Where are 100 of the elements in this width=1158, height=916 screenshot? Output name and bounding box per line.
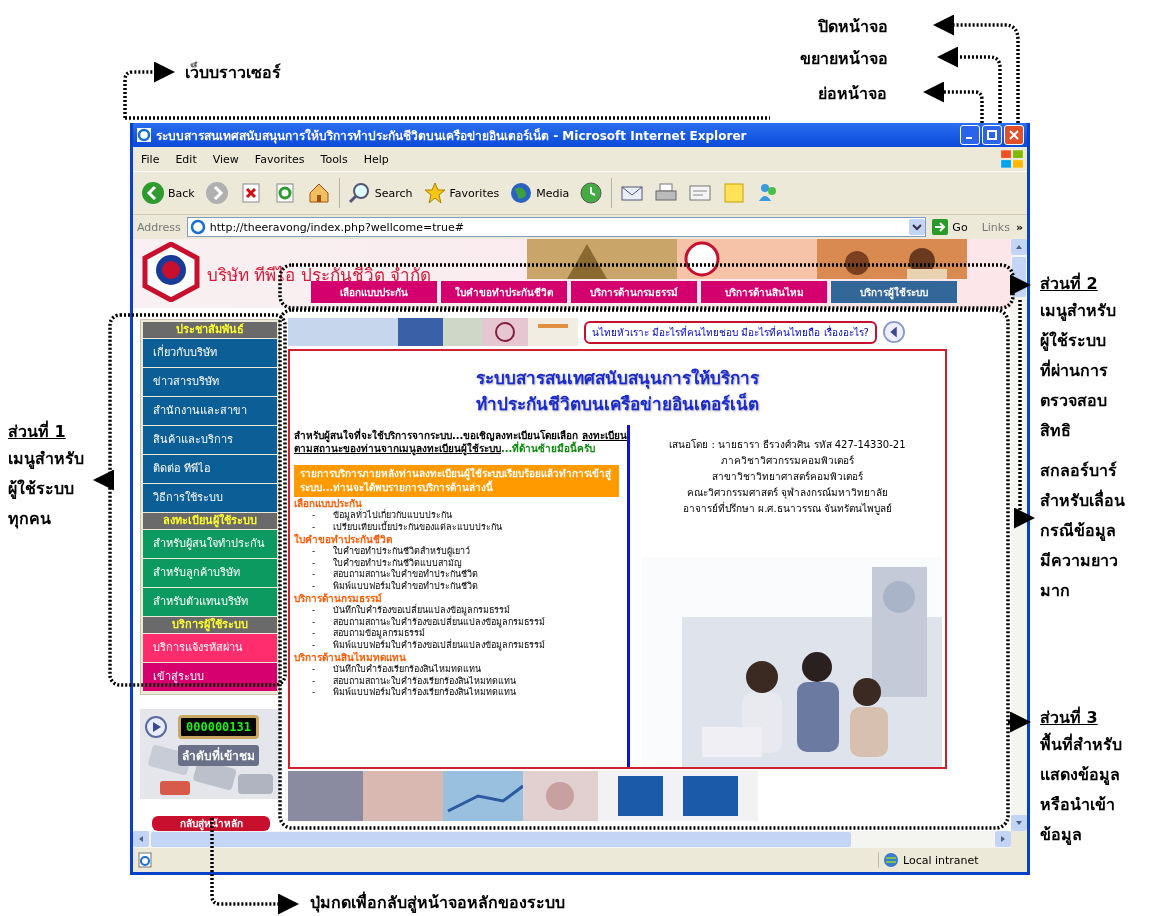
- side-menu-item[interactable]: บริการแจ้งรหัสผ่าน: [143, 634, 277, 662]
- minimize-icon: [965, 137, 972, 139]
- close-button[interactable]: [1004, 125, 1024, 145]
- leader-line: [123, 61, 175, 118]
- counter-label: ลำดับที่เข้าชม: [178, 745, 260, 766]
- annotation-text: ย่อหน้าจอ: [818, 83, 887, 105]
- globe-icon: [509, 181, 534, 205]
- bullet-dash: -: [312, 639, 316, 651]
- side-menu-item[interactable]: สำหรับลูกค้าบริษัท: [143, 559, 277, 587]
- minimize-button[interactable]: [960, 125, 980, 145]
- annotation-text: ปุ่มกดเพื่อกลับสู่หน้าจอหลักของระบบ: [310, 890, 565, 915]
- bullet-dash: -: [312, 521, 316, 533]
- news-ticker: นไทยหัวเราะ มีอะไรที่คนไทยชอบ มีอะไรที่คนไทยถือ เรื่องอะไร?: [584, 320, 877, 344]
- windows-flag-icon: [999, 148, 1025, 170]
- menu-tab[interactable]: บริการผู้ใช้ระบบ: [831, 281, 957, 303]
- side-menu-item[interactable]: เข้าสู่ระบบ: [143, 663, 277, 691]
- bullet-dash: -: [312, 605, 316, 617]
- favorites-button[interactable]: Favorites: [420, 181, 502, 205]
- bullet-dash: -: [312, 675, 316, 687]
- annotation-text: สกลอร์บาร์ สำหรับเลื่อน กรณีข้อมูล มีความยาว มาก: [1040, 460, 1125, 602]
- menu-heading: ลงทะเบียนผู้ใช้ระบบ: [143, 513, 277, 529]
- bullet-dash: -: [312, 546, 316, 558]
- home-icon: [306, 181, 331, 205]
- service-item: บันทึกใบคำร้องเรียกร้องสินไหมทดแทน: [333, 664, 482, 676]
- service-item: สอบถามข้อมูลกรมธรรม์: [333, 628, 426, 639]
- media-button[interactable]: Media: [507, 181, 572, 205]
- right-arrow-icon: [932, 219, 949, 235]
- menu-item[interactable]: Help: [363, 152, 389, 166]
- annotation-text: พื้นที่สำหรับ แสดงข้อมูล หรือนำเข้า ข้อมูล: [1040, 730, 1122, 850]
- menu-tab[interactable]: บริการด้านสินไหม: [701, 281, 827, 303]
- address-label: Address: [137, 220, 181, 234]
- service-item: พิมพ์แบบฟอร์มใบคำร้องเรียกร้องสินไหมทดแทน: [333, 687, 517, 699]
- bullet-dash: -: [312, 580, 316, 592]
- service-heading: บริการด้านกรมธรรม์: [294, 592, 382, 604]
- page-icon: [189, 219, 206, 235]
- menu-tab[interactable]: ใบคำขอทำประกันชีวิต: [441, 281, 567, 303]
- menu-item[interactable]: Edit: [175, 152, 197, 166]
- horizontal-scrollbar[interactable]: [133, 831, 1027, 848]
- system-title: ระบบสารสนเทศสนับสนุนการให้บริการ ทำประกันชีวิตบนเครือข่ายอินเตอร์เน็ต: [475, 367, 760, 416]
- side-menu-item[interactable]: สำนักงานและสาขา: [143, 397, 277, 425]
- side-menu-item[interactable]: เกี่ยวกับบริษัท: [143, 339, 277, 367]
- address-field[interactable]: http://theeravong/index.php?wellcome=true#: [186, 217, 927, 237]
- search-button[interactable]: Search: [345, 181, 415, 205]
- service-item: เปรียบเทียบเบี้ยประกันของแต่ละแบบประกัน: [333, 521, 503, 533]
- service-item: พิมพ์แบบฟอร์มใบคำร้องขอเปลี่ยนแปลงข้อมูลกรมธรรม์: [333, 639, 546, 651]
- side-menu-item[interactable]: สำหรับผู้สนใจทำประกัน: [143, 530, 277, 558]
- menu-item[interactable]: View: [212, 152, 239, 166]
- menu-item[interactable]: Favorites: [254, 152, 305, 166]
- more-chevron[interactable]: »: [1015, 220, 1023, 234]
- page-icon: [137, 852, 153, 868]
- links-label[interactable]: Links: [981, 220, 1010, 234]
- service-heading: บริการด้านสินไหมทดแทน: [294, 651, 407, 664]
- service-item: สอบถามสถานะใบคำร้องขอเปลี่ยนแปลงข้อมูลกรมธรรม์: [333, 616, 546, 628]
- maximize-button[interactable]: [982, 125, 1002, 145]
- visitor-counter: 000000131: [178, 715, 260, 739]
- bullet-dash: -: [312, 664, 316, 676]
- menu-item[interactable]: Tools: [320, 152, 348, 166]
- back-button[interactable]: Back: [139, 181, 197, 205]
- home-button[interactable]: กลับสู่หน้าหลัก: [152, 816, 270, 831]
- section-heading: ส่วนที่ 3: [1040, 706, 1099, 729]
- dropdown-icon[interactable]: [909, 219, 926, 235]
- bullet-dash: -: [312, 616, 316, 628]
- service-item: ใบคำขอทำประกันชีวิตสำหรับผู้เยาว์: [333, 546, 471, 557]
- side-menu-item[interactable]: วิธีการใช้ระบบ: [143, 484, 277, 512]
- annotation-text: เมนูสำหรับ ผู้ใช้ระบบ ที่ผ่านการ ตรวจสอบ สิทธิ: [1040, 300, 1116, 442]
- annotation-text: เมนูสำหรับ ผู้ใช้ระบบ ทุกคน: [8, 448, 84, 531]
- service-item: สอบถามสถานะใบคำร้องเรียกร้องสินไหมทดแทน: [333, 675, 517, 687]
- side-menu-item[interactable]: สำหรับตัวแทนบริษัท: [143, 588, 277, 616]
- window-title: ระบบสารสนเทศสนับสนุนการให้บริการทำประกันชีวิตบนเครือข่ายอินเตอร์เน็ต - Microsoft Internet Explorer: [156, 127, 748, 145]
- service-heading: ใบคำขอทำประกันชีวิต: [294, 533, 393, 546]
- bullet-dash: -: [312, 569, 316, 581]
- side-menu-item[interactable]: ติดต่อ ทีพีไอ: [143, 455, 277, 483]
- service-item: สอบถามสถานะใบคำขอทำประกันชีวิต: [333, 569, 479, 581]
- logo-icon: [141, 242, 201, 302]
- search-icon: [347, 181, 372, 205]
- go-button[interactable]: Go: [932, 219, 976, 235]
- star-icon: [422, 181, 447, 205]
- bullet-dash: -: [312, 557, 316, 569]
- menu-tab[interactable]: เลือกแบบประกัน: [311, 281, 437, 303]
- leader-line: [1008, 711, 1031, 733]
- side-menu-item[interactable]: สินค้าและบริการ: [143, 426, 277, 454]
- side-menu-item[interactable]: ข่าวสารบริษัท: [143, 368, 277, 396]
- annotation-text: ขยายหน้าจอ: [800, 48, 888, 70]
- menu-item[interactable]: File: [141, 152, 160, 166]
- service-item: ใบคำขอทำประกันชีวิตแบบสามัญ: [333, 557, 463, 568]
- annotation-text: เว็บบราวเซอร์: [185, 60, 281, 84]
- note-icon: [722, 181, 747, 205]
- scroll-thumb[interactable]: [151, 832, 851, 847]
- section-heading: ส่วนที่ 1: [8, 420, 67, 443]
- leader-line: [93, 469, 114, 491]
- back-arrow-button[interactable]: [882, 321, 905, 343]
- bullet-dash: -: [312, 687, 316, 699]
- service-item: พิมพ์แบบฟอร์มใบคำขอทำประกันชีวิต: [333, 580, 479, 592]
- menu-tab[interactable]: บริการด้านกรมธรรม์: [571, 281, 697, 303]
- notice-banner: รายการบริการภายหลังท่านลงทะเบียนผู้ใช้ระบบเรียบร้อยแล้วทำการเข้าสู่ระบบ...ท่านจะได้พบรายการบริการด้านล่างนี้: [294, 465, 619, 497]
- clock-icon: [579, 181, 604, 205]
- browser-icon: [136, 127, 152, 143]
- maximize-icon: [986, 129, 998, 141]
- close-icon: [1008, 129, 1020, 141]
- intranet-icon: [883, 852, 899, 868]
